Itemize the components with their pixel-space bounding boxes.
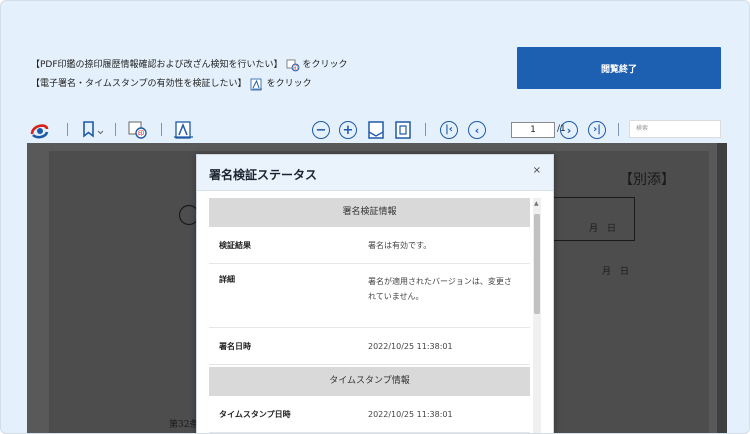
scroll-up-icon[interactable]: ▲ (534, 200, 539, 207)
instructions: 【PDF印鑑の捺印履歴情報確認および改ざん検知を行いたい】 印 をクリック 【電… (31, 56, 348, 94)
signing-time-value: 2022/10/25 11:38:01 (368, 341, 453, 351)
signature-verify-icon (250, 78, 264, 91)
instruction-line-stamp: 【PDF印鑑の捺印履歴情報確認および改ざん検知を行いたい】 印 をクリック (31, 56, 348, 75)
first-page-button[interactable]: |‹ (439, 120, 459, 140)
svg-text:印: 印 (138, 131, 144, 138)
prev-page-icon: ‹ (468, 121, 486, 139)
prev-page-button[interactable]: ‹ (467, 120, 487, 140)
dialog-header: 署名検証ステータス × (197, 155, 553, 191)
toolbar-divider (425, 123, 426, 136)
signature-status-dialog: 署名検証ステータス × 署名検証情報 検証結果 署名は有効です。 詳細 署名が適… (196, 154, 554, 433)
signature-section-header: 署名検証情報 (209, 198, 530, 227)
instruction-stamp-suffix: をクリック (302, 60, 348, 70)
zoom-in-icon: + (339, 121, 357, 139)
verification-result-label: 検証結果 (219, 240, 251, 250)
fit-width-button[interactable] (366, 120, 386, 140)
toolbar-divider (115, 123, 116, 136)
verification-result-value: 署名は有効です。 (368, 240, 432, 250)
date-label: 月 日 (602, 267, 630, 277)
next-page-button[interactable]: › (559, 120, 579, 140)
instruction-signature-text: 【電子署名・タイムスタンプの有効性を検証したい】 (31, 79, 247, 89)
timestamp-section-header: タイムスタンプ情報 (209, 367, 530, 396)
timestamp-time-value: 2022/10/25 11:38:01 (368, 409, 453, 419)
stamp-history-icon[interactable]: 印 (125, 120, 151, 140)
stamp-history-icon: 印 (286, 59, 300, 72)
viewer-toolbar: 印 − + |‹ ‹ 1 /1 › ›| 検索 (27, 117, 727, 143)
fit-page-button[interactable] (393, 120, 413, 140)
instruction-stamp-text: 【PDF印鑑の捺印履歴情報確認および改ざん検知を行いたい】 (31, 60, 283, 70)
date-label: 月 日 (589, 224, 617, 234)
zoom-out-icon: − (312, 121, 330, 139)
last-page-icon: ›| (588, 121, 606, 139)
first-page-icon: |‹ (440, 121, 458, 139)
fit-width-icon (368, 121, 384, 139)
article-label: 第32条 (169, 420, 199, 430)
date-box (549, 197, 635, 241)
toolbar-divider (618, 123, 619, 136)
dialog-scrollbar[interactable]: ▲ (533, 198, 541, 433)
close-icon[interactable]: × (533, 165, 541, 176)
signing-time-label: 署名日時 (219, 341, 251, 351)
end-viewing-button[interactable]: 閲覧終了 (517, 47, 721, 89)
bookmark-menu-icon[interactable] (81, 120, 107, 140)
info-row: 詳細 署名が適用されたバージョンは、変更されていません。 (209, 264, 530, 328)
scrollbar-thumb[interactable] (534, 214, 540, 314)
info-row: 署名日時 2022/10/25 11:38:01 (209, 328, 530, 365)
app-logo-icon[interactable] (29, 120, 51, 140)
toolbar-divider (161, 123, 162, 136)
dialog-body: 署名検証情報 検証結果 署名は有効です。 詳細 署名が適用されたバージョンは、変… (209, 198, 530, 433)
details-label: 詳細 (219, 275, 235, 284)
zoom-in-button[interactable]: + (338, 120, 358, 140)
toolbar-divider (67, 123, 68, 136)
dialog-title: 署名検証ステータス (209, 168, 318, 182)
viewer-scrollbar[interactable] (717, 143, 727, 433)
signature-verify-icon[interactable] (171, 120, 197, 140)
details-value: 署名が適用されたバージョンは、変更されていません。 (368, 277, 512, 301)
zoom-out-button[interactable]: − (311, 120, 331, 140)
document-heading: 【別添】 (619, 172, 675, 188)
next-page-icon: › (560, 121, 578, 139)
instruction-line-signature: 【電子署名・タイムスタンプの有効性を検証したい】 をクリック (31, 75, 348, 94)
page-number-input[interactable]: 1 (511, 122, 555, 138)
info-row: タイムスタンプ日時 2022/10/25 11:38:01 (209, 396, 530, 433)
timestamp-time-label: タイムスタンプ日時 (219, 409, 291, 419)
fit-page-icon (395, 121, 411, 139)
search-input[interactable]: 検索 (629, 120, 721, 138)
svg-text:印: 印 (293, 64, 298, 71)
info-row: 検証結果 署名は有効です。 (209, 227, 530, 264)
instruction-signature-suffix: をクリック (266, 79, 312, 89)
last-page-button[interactable]: ›| (587, 120, 607, 140)
app-frame: 【PDF印鑑の捺印履歴情報確認および改ざん検知を行いたい】 印 をクリック 【電… (0, 0, 750, 434)
